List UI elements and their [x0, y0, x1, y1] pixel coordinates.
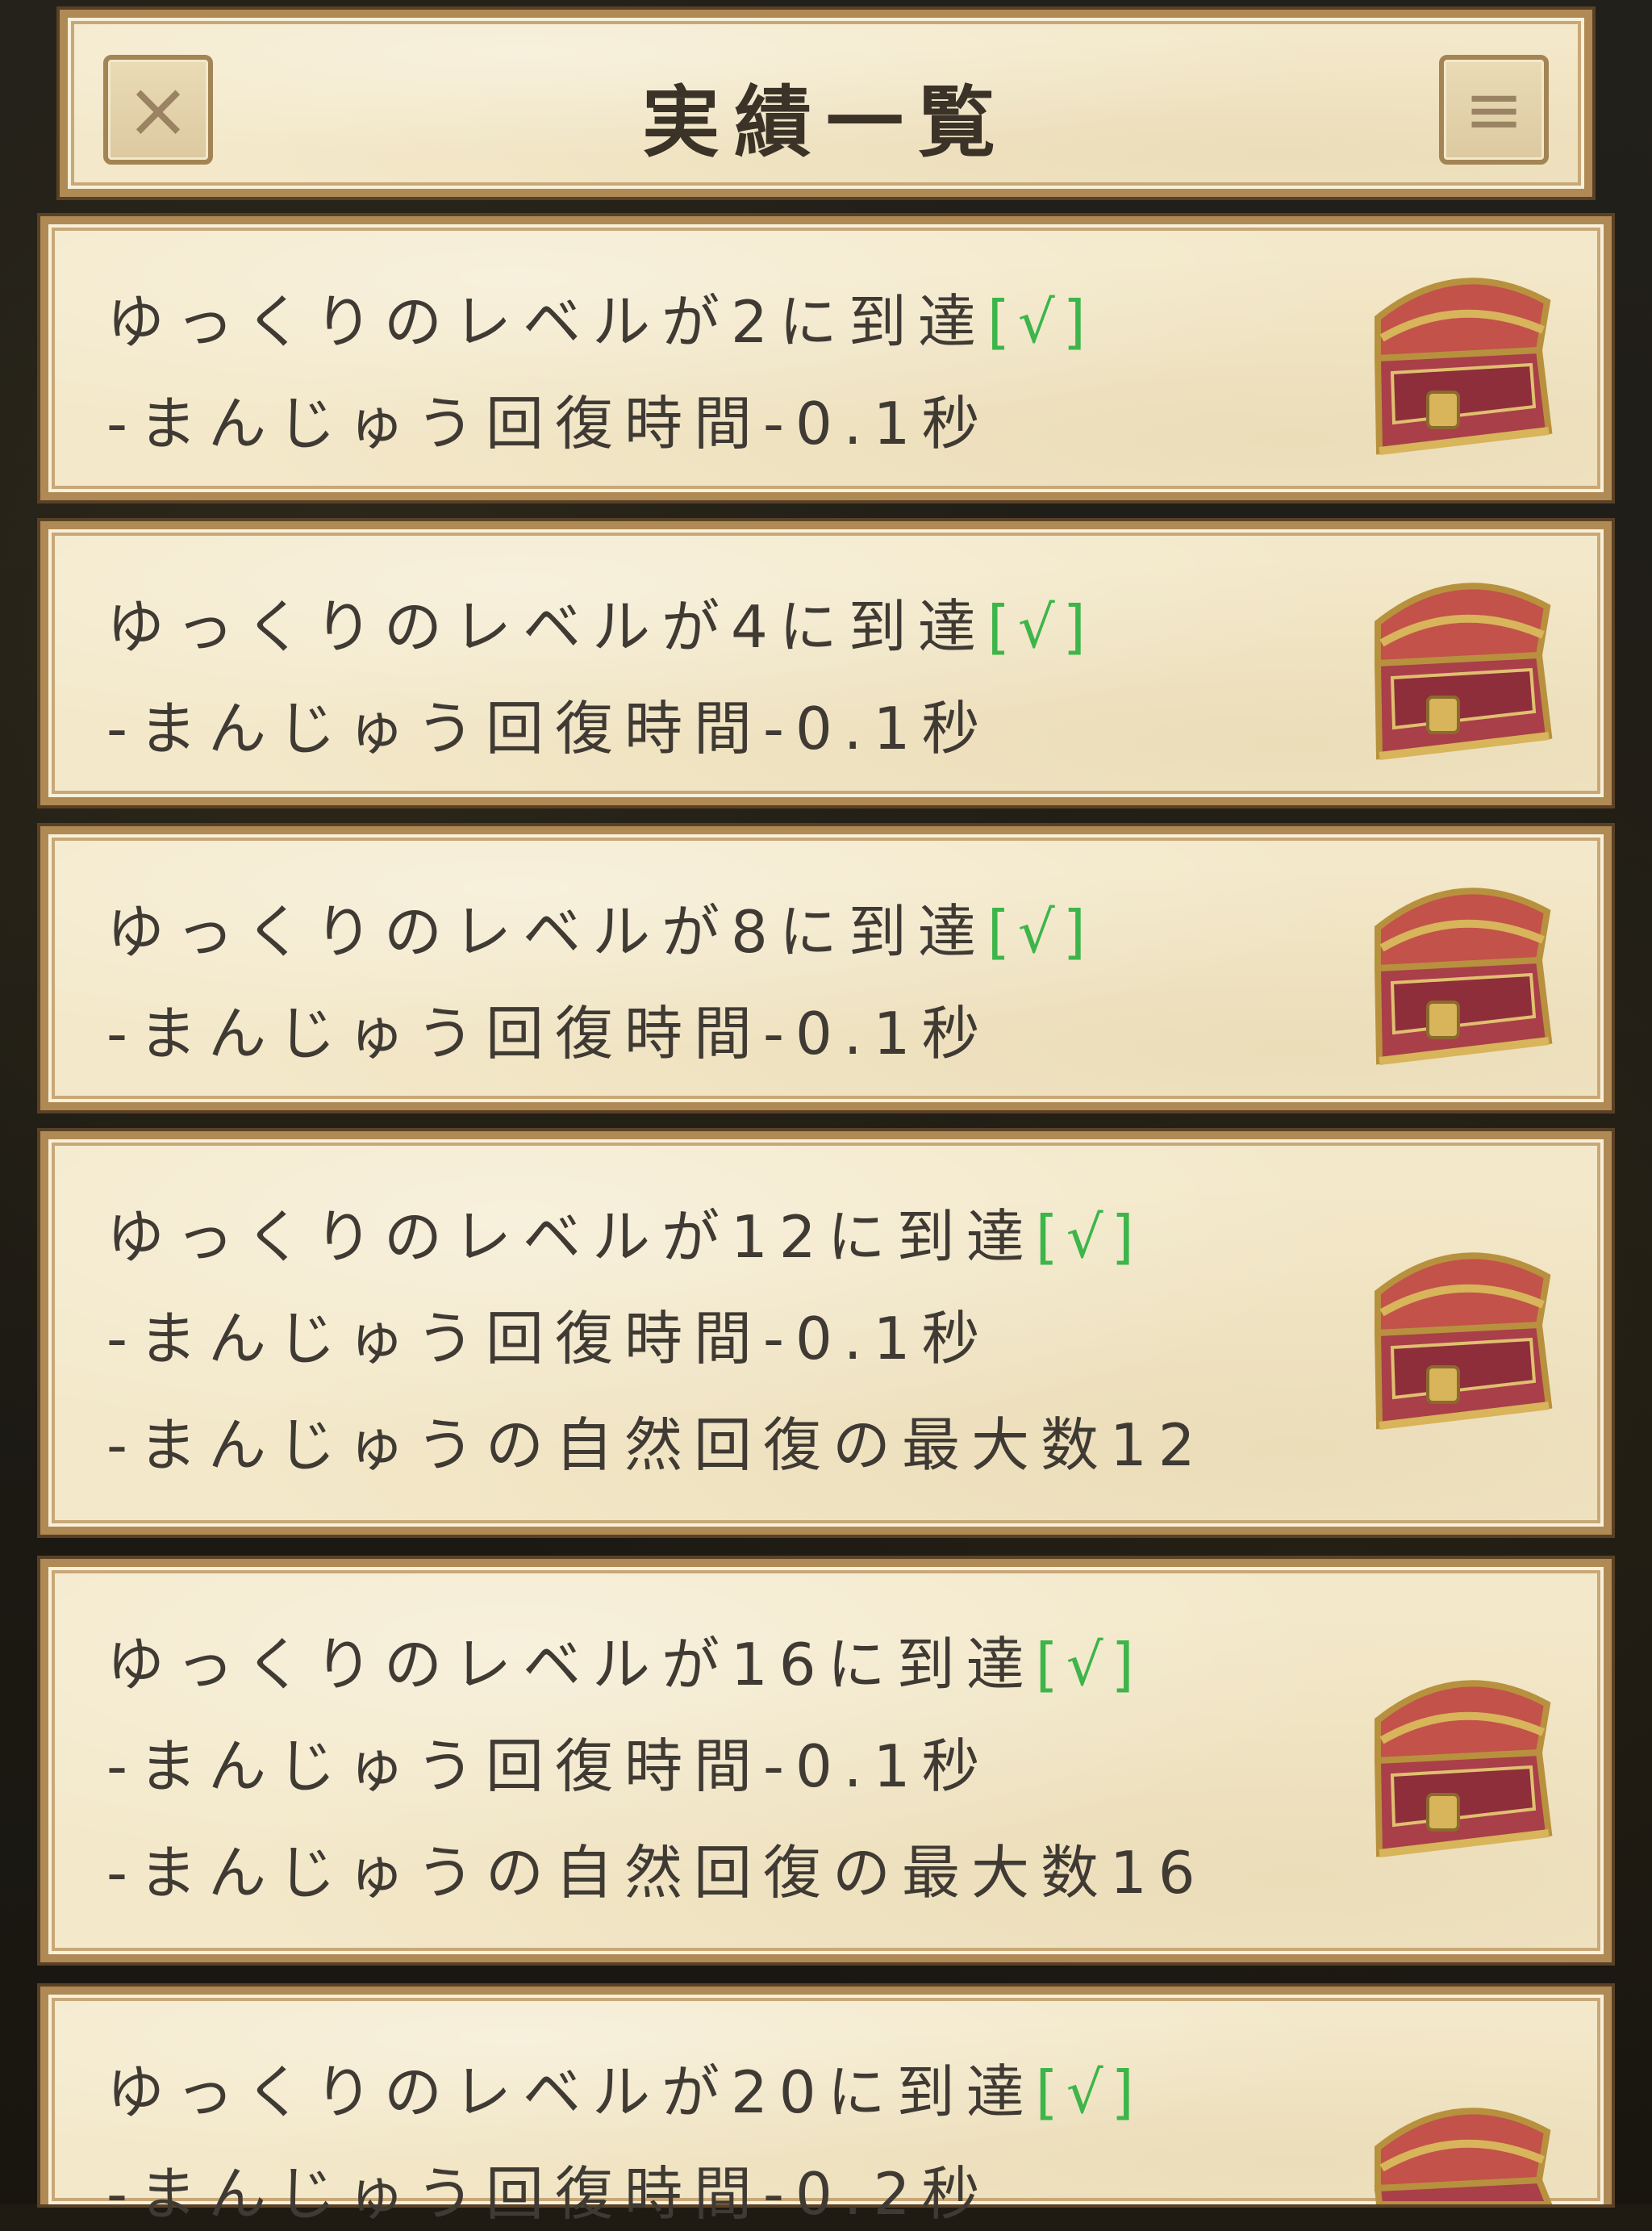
treasure-chest-icon	[1374, 2108, 1553, 2204]
achievement-title: ゆっくりのレベルが16に到達	[106, 1631, 1036, 1698]
achievement-status: [√]	[1035, 1631, 1142, 1698]
achievement-status: [√]	[1035, 2058, 1142, 2126]
treasure-chest-icon	[1374, 888, 1553, 1065]
page-title: 実績一覧	[642, 77, 1010, 168]
achievement-status: [√]	[987, 593, 1094, 661]
achievement-reward: -まんじゅうの自然回復の最大数12	[106, 1411, 1207, 1479]
menu-icon: ≡	[1464, 68, 1524, 151]
treasure-chest-icon	[1374, 278, 1553, 455]
treasure-chest-icon	[1374, 1680, 1553, 1857]
achievement-reward: -まんじゅう回復時間-0.1秒	[106, 1305, 991, 1372]
achievement-card[interactable]: ゆっくりのレベルが16に到達[√] -まんじゅう回復時間-0.1秒 -まんじゅう…	[40, 1559, 1612, 1962]
achievement-card[interactable]: ゆっくりのレベルが4に到達[√] -まんじゅう回復時間-0.1秒	[40, 521, 1612, 805]
achievement-status: [√]	[1035, 1203, 1142, 1271]
achievement-title: ゆっくりのレベルが8に到達	[106, 898, 987, 966]
achievement-title: ゆっくりのレベルが4に到達	[106, 593, 987, 661]
achievement-reward: -まんじゅう回復時間-0.1秒	[106, 695, 991, 762]
achievement-reward: -まんじゅうの自然回復の最大数16	[106, 1839, 1207, 1907]
achievement-status: [√]	[987, 288, 1094, 356]
achievement-status: [√]	[987, 898, 1094, 966]
achievement-reward: -まんじゅう回復時間-0.1秒	[106, 390, 991, 457]
header-panel: × 実績一覧 ≡	[60, 10, 1592, 197]
achievement-reward: -まんじゅう回復時間-0.1秒	[106, 1732, 991, 1800]
achievement-title: ゆっくりのレベルが20に到達	[106, 2058, 1036, 2126]
achievement-card[interactable]: ゆっくりのレベルが12に到達[√] -まんじゅう回復時間-0.1秒 -まんじゅう…	[40, 1131, 1612, 1535]
achievement-reward: -まんじゅう回復時間-0.1秒	[106, 1000, 991, 1067]
achievement-card[interactable]: ゆっくりのレベルが20に到達[√] -まんじゅう回復時間-0.2秒	[40, 1987, 1612, 2228]
treasure-chest-icon	[1374, 1252, 1553, 1430]
achievement-title: ゆっくりのレベルが12に到達	[106, 1203, 1036, 1271]
menu-button[interactable]: ≡	[1439, 55, 1549, 165]
achievement-reward: -まんじゅう回復時間-0.2秒	[106, 2160, 991, 2228]
achievement-card[interactable]: ゆっくりのレベルが8に到達[√] -まんじゅう回復時間-0.1秒	[40, 826, 1612, 1110]
treasure-chest-icon	[1374, 583, 1553, 760]
achievement-title: ゆっくりのレベルが2に到達	[106, 288, 987, 356]
achievement-card[interactable]: ゆっくりのレベルが2に到達[√] -まんじゅう回復時間-0.1秒	[40, 216, 1612, 500]
